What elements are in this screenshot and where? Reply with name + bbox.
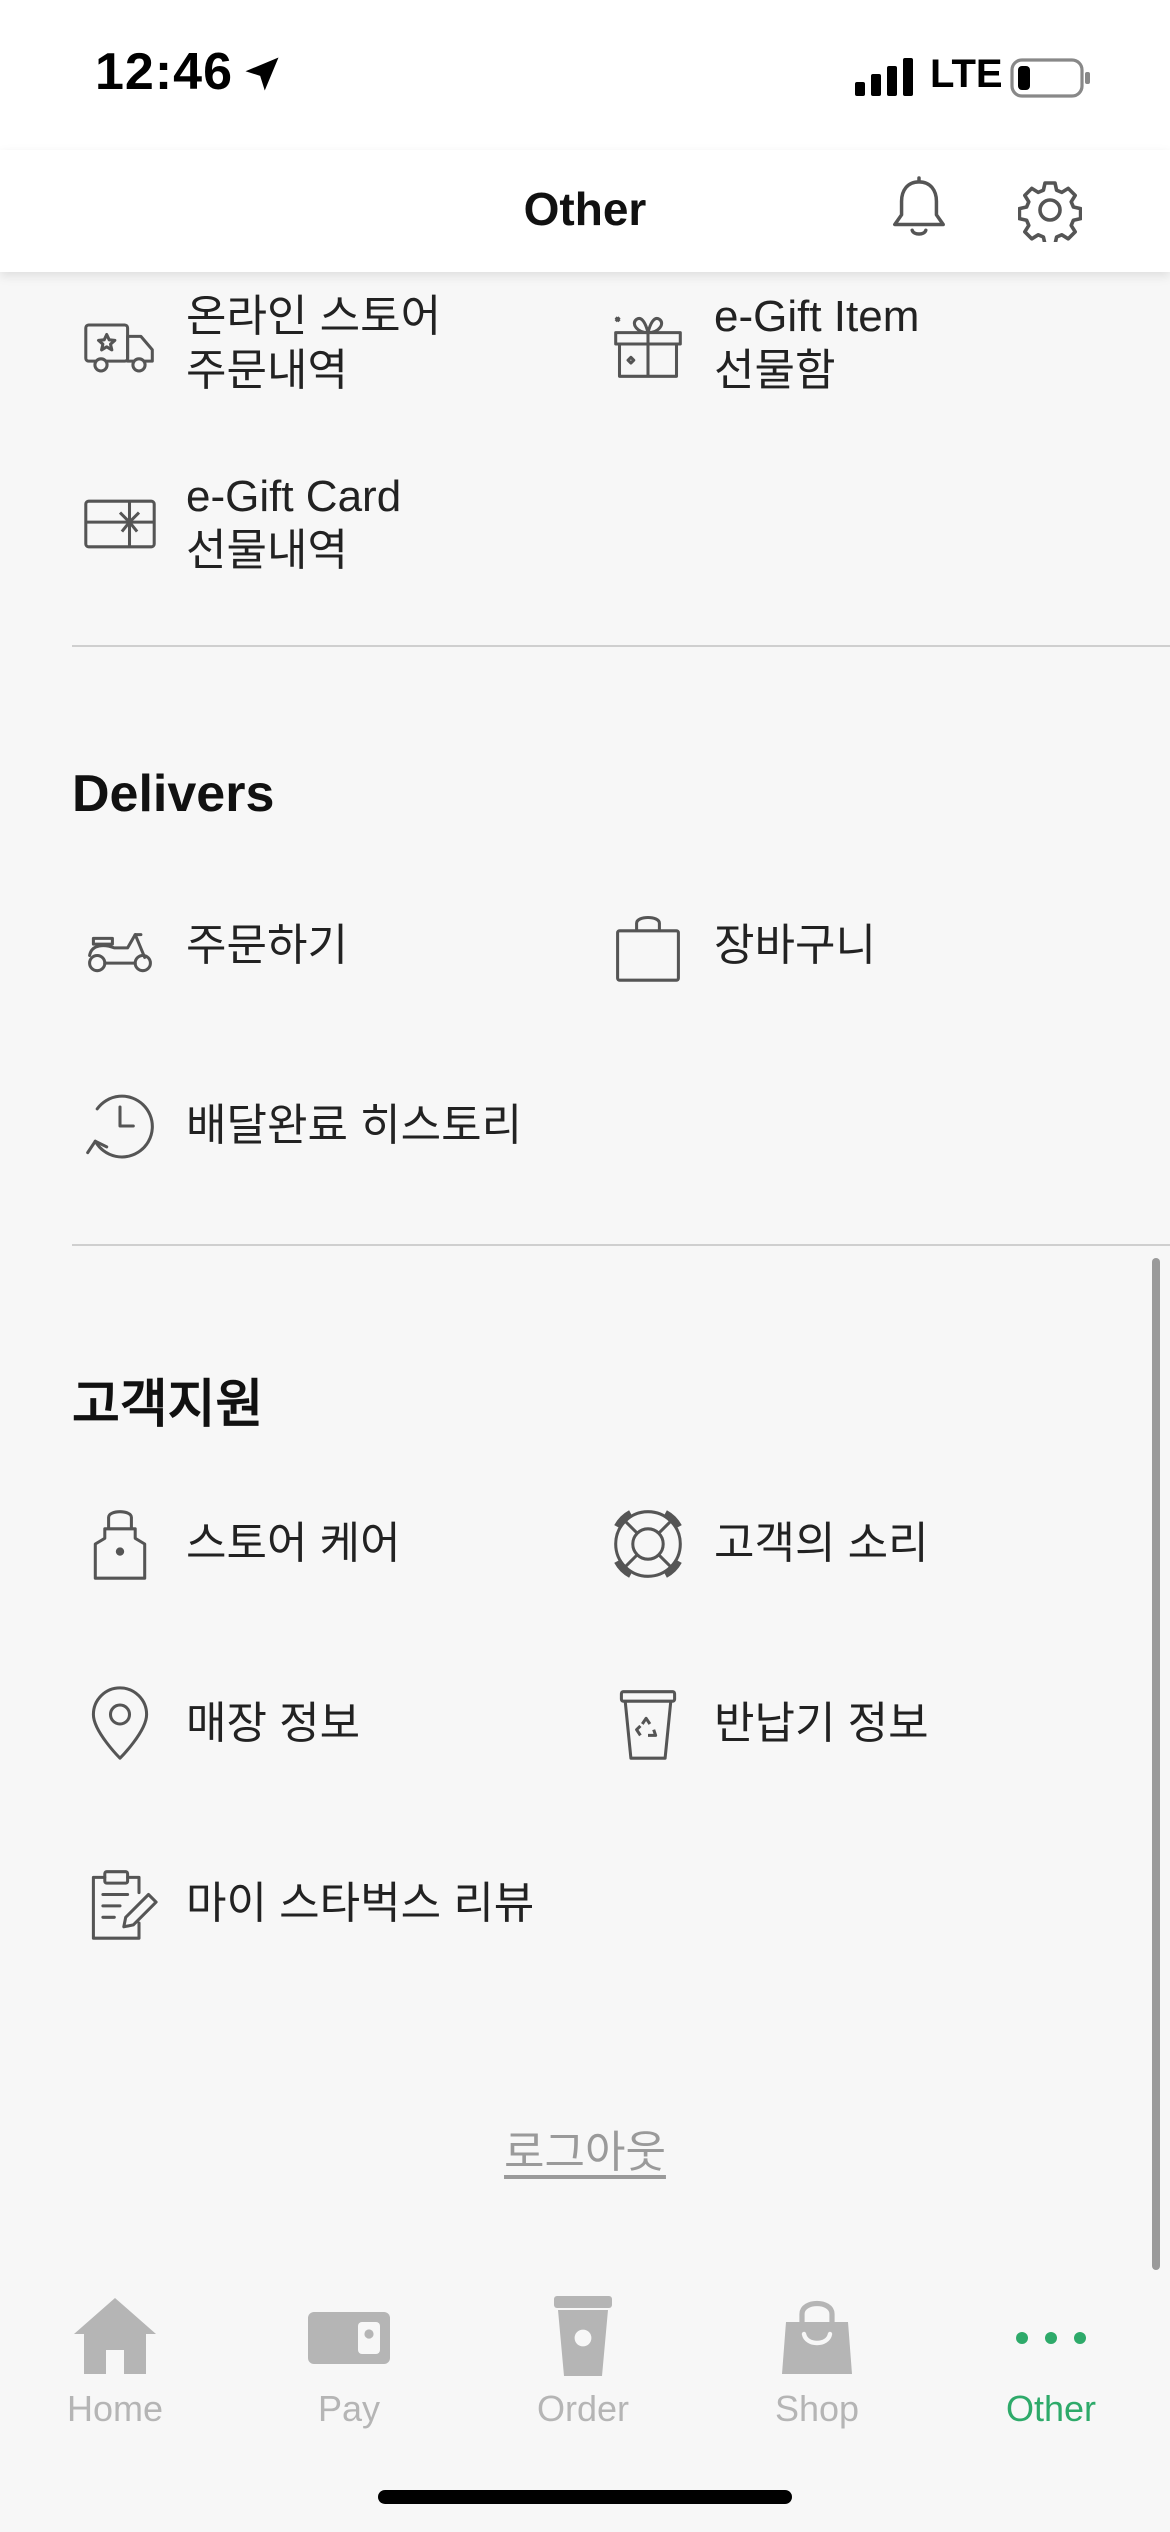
shopping-bag-icon	[616, 915, 680, 982]
location-arrow-icon	[245, 57, 279, 91]
scooter-icon	[88, 933, 152, 973]
menu-label: 온라인 스토어 주문내역	[186, 292, 442, 395]
tab-label: Other	[1005, 2388, 1097, 2429]
status-bar: 12:46 LTE	[0, 0, 1170, 150]
card-icon	[308, 2312, 390, 2364]
menu-item-deliver-order[interactable]: 주문하기	[82, 908, 348, 984]
menu-item-egift-card-history[interactable]: e-Gift Card 선물내역	[82, 470, 401, 578]
apron-icon	[93, 1510, 147, 1580]
menu-item-store-care[interactable]: 스토어 케어	[82, 1506, 401, 1582]
status-time: 12:46	[95, 43, 233, 101]
logout-link[interactable]: 로그아웃	[504, 2128, 666, 2177]
gift-card-icon	[84, 499, 156, 549]
menu-label: e-Gift Card 선물내역	[186, 472, 402, 575]
section-divider	[72, 1244, 1170, 1246]
home-indicator	[378, 2490, 792, 2504]
bag-icon	[782, 2300, 852, 2374]
review-clipboard-icon	[91, 1870, 158, 1940]
menu-label: 주문하기	[186, 921, 348, 970]
menu-label: 장바구니	[714, 921, 876, 970]
section-title-support: 고객지원	[72, 1376, 264, 1434]
section-title-delivers: Delivers	[72, 765, 275, 823]
tab-label: Pay	[317, 2388, 381, 2429]
lifebuoy-icon	[614, 1510, 682, 1578]
tab-pay[interactable]: Pay	[249, 2294, 449, 2444]
menu-label: 고객의 소리	[714, 1519, 929, 1568]
tab-home[interactable]: Home	[15, 2294, 215, 2444]
tab-label: Shop	[774, 2388, 860, 2429]
menu-item-egift-item-box[interactable]: e-Gift Item 선물함	[610, 290, 919, 398]
menu-item-delivery-history[interactable]: 배달완료 히스토리	[82, 1088, 522, 1164]
gear-icon[interactable]	[1018, 178, 1082, 242]
tab-label: Order	[536, 2388, 630, 2429]
menu-label: 매장 정보	[186, 1699, 361, 1748]
menu-item-cart[interactable]: 장바구니	[610, 908, 876, 984]
page-title: Other	[523, 183, 647, 235]
menu-label: 스토어 케어	[186, 1519, 401, 1568]
menu-item-return-machine-info[interactable]: 반납기 정보	[610, 1686, 929, 1762]
tab-label: Home	[66, 2388, 164, 2429]
menu-item-online-store-orders[interactable]: 온라인 스토어 주문내역	[82, 290, 441, 398]
battery-icon	[1010, 58, 1090, 98]
cup-icon	[554, 2296, 612, 2376]
tab-order[interactable]: Order	[483, 2294, 683, 2444]
cell-signal-icon	[855, 58, 913, 96]
scrollbar[interactable]	[1152, 1258, 1160, 2270]
delivery-truck-icon	[84, 323, 154, 373]
app-header: Other	[0, 150, 1170, 272]
menu-label: e-Gift Item 선물함	[714, 292, 920, 395]
menu-item-voice-of-customer[interactable]: 고객의 소리	[610, 1506, 929, 1582]
section-divider	[72, 645, 1170, 647]
menu-item-store-info[interactable]: 매장 정보	[82, 1686, 360, 1762]
menu-label: 반납기 정보	[714, 1699, 929, 1748]
logout-row: 로그아웃	[0, 2116, 1170, 2180]
more-dots-icon	[1016, 2332, 1086, 2344]
gift-box-icon	[614, 316, 682, 378]
location-pin-icon	[91, 1686, 149, 1760]
menu-label: 배달완료 히스토리	[186, 1101, 523, 1150]
menu-item-my-reviews[interactable]: 마이 스타벅스 리뷰	[82, 1866, 534, 1942]
tab-other[interactable]: Other	[951, 2294, 1151, 2444]
screen: 12:46 LTE Other 온라인 스토어 주문내역 e-Gift Item…	[0, 0, 1170, 2532]
tab-shop[interactable]: Shop	[717, 2294, 917, 2444]
home-icon	[74, 2298, 156, 2374]
network-label: LTE	[930, 52, 1003, 96]
history-clock-icon	[86, 1094, 154, 1159]
recycle-cup-icon	[619, 1690, 677, 1760]
menu-label: 마이 스타벅스 리뷰	[186, 1879, 535, 1928]
bell-icon[interactable]	[888, 176, 950, 242]
